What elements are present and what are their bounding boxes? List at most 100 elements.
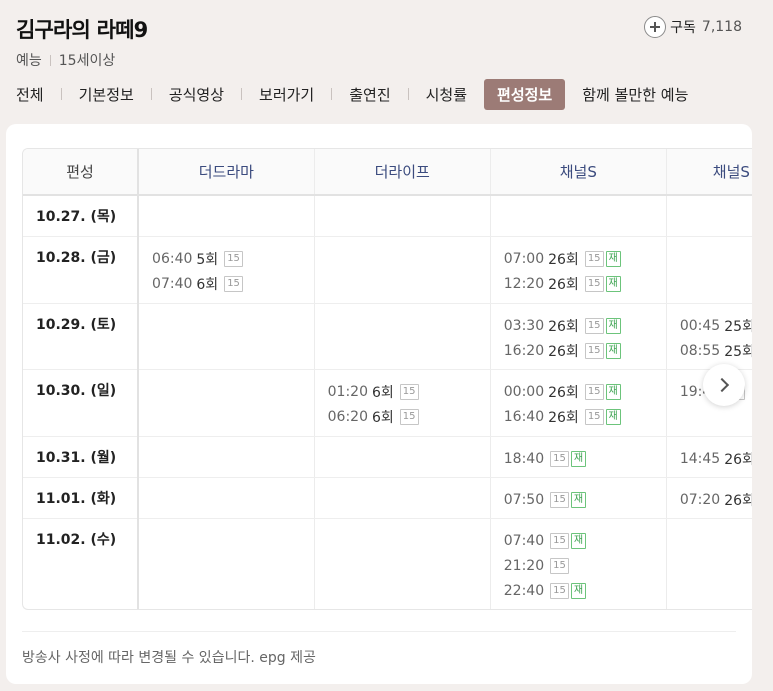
broadcast-time: 07:00 (503, 251, 545, 267)
broadcast-entry[interactable]: 07:50 15 재 (504, 488, 666, 513)
episode-number: 26회 (548, 252, 579, 268)
broadcast-entry[interactable]: 12:20 26회 15 재 (504, 272, 666, 297)
plus-icon (644, 16, 667, 38)
schedule-cell: 07:00 26회 15 재 12:20 26회 15 재 (490, 236, 667, 304)
broadcast-entry[interactable]: 00:4525회15 (680, 314, 752, 339)
broadcast-time: 07:50 (503, 492, 545, 508)
episode-number: 26회 (548, 277, 579, 293)
schedule-cell: 03:30 26회 15 재 16:20 26회 15 재 (490, 303, 667, 370)
broadcast-entry[interactable]: 18:40 15 재 (504, 447, 666, 472)
schedule-cell (138, 303, 315, 370)
schedule-table-wrap[interactable]: 편성더드라마더라이프채널S채널S 플러스 10.27. (목)10.28. (금… (22, 148, 752, 610)
broadcast-entry[interactable]: 14:4526회15 (680, 447, 752, 472)
schedule-row: 11.01. (화) 07:50 15재 07:2026회15 (23, 477, 752, 519)
schedule-cell (314, 518, 491, 609)
broadcast-entry[interactable]: 08:5525회15 (680, 339, 752, 364)
rerun-badge: 재 (605, 409, 621, 425)
age-rating-badge: 15 (584, 409, 604, 425)
broadcast-entry[interactable]: 07:2026회15 (680, 488, 752, 513)
divider (22, 631, 736, 632)
rerun-badge: 재 (605, 343, 621, 359)
broadcast-entry[interactable]: 03:30 26회 15 재 (504, 314, 666, 339)
schedule-cell: 06:40 5회 15 07:40 6회 15 (138, 236, 315, 304)
tab-item[interactable]: 편성정보 (484, 78, 566, 110)
broadcast-entry[interactable]: 22:40 15 재 (504, 579, 666, 604)
channel-header[interactable]: 더드라마 (138, 149, 315, 196)
tab-item[interactable]: 보러가기 (259, 80, 314, 109)
age-rating: 15세이상 (58, 53, 116, 69)
episode-number: 25회 (724, 319, 752, 335)
schedule-cell: 18:40 15 재 (490, 436, 667, 478)
episode-number: 26회 (724, 452, 752, 468)
rerun-badge: 재 (605, 384, 621, 400)
chevron-right-icon (714, 377, 730, 393)
broadcast-entry[interactable]: 16:40 26회 15 재 (504, 405, 666, 430)
broadcast-time: 16:20 (503, 343, 545, 359)
broadcast-entry[interactable]: 07:40 15 재 (504, 529, 666, 554)
broadcast-time: 07:40 (503, 533, 545, 549)
age-rating-badge: 15 (224, 251, 243, 267)
row-date: 10.27. (목) (23, 195, 140, 237)
age-rating-badge: 15 (550, 558, 569, 574)
tab-bar: 전체 기본정보 공식영상 보러가기 출연진 시청률 편성정보 함께 볼만한 예능 (16, 78, 688, 110)
schedule-cell (314, 436, 491, 478)
age-rating-badge: 15 (399, 384, 419, 400)
broadcast-time: 03:30 (503, 318, 545, 334)
row-date: 11.01. (화) (23, 477, 140, 519)
age-rating-badge: 15 (550, 533, 569, 549)
age-rating-badge: 15 (584, 318, 604, 334)
age-rating-badge: 15 (584, 276, 604, 292)
episode-number: 26회 (548, 344, 579, 360)
schedule-row: 10.28. (금) 06:40 5회 15 07:40 6회 15 07:00 26회 15 재 1… (23, 236, 752, 304)
schedule-cell (666, 518, 752, 609)
channel-header[interactable]: 더라이프 (314, 149, 491, 196)
tab-item[interactable]: 함께 볼만한 예능 (582, 80, 688, 109)
schedule-cell: 00:00 26회 15 재 16:40 26회 15 재 (490, 369, 667, 437)
tab-item[interactable]: 공식영상 (169, 80, 224, 109)
channel-header[interactable]: 채널S 플러스 (666, 149, 752, 196)
broadcast-time: 07:20 (679, 492, 721, 508)
broadcast-entry[interactable]: 07:40 6회 15 (152, 272, 314, 297)
broadcast-entry[interactable]: 01:20 6회 15 (328, 380, 490, 405)
channel-header[interactable]: 채널S (490, 149, 667, 196)
rerun-badge: 재 (605, 276, 621, 292)
episode-number: 26회 (548, 410, 579, 426)
broadcast-entry[interactable]: 06:20 6회 15 (328, 405, 490, 430)
tab-item[interactable]: 기본정보 (79, 80, 134, 109)
rerun-badge: 재 (570, 451, 587, 467)
episode-number: 26회 (548, 319, 579, 335)
broadcast-time: 07:40 (152, 276, 193, 292)
row-date: 10.30. (일) (23, 369, 140, 437)
broadcast-entry[interactable]: 21:20 15 (504, 554, 666, 579)
row-date: 10.29. (토) (23, 303, 140, 370)
broadcast-time: 21:20 (503, 558, 545, 574)
episode-number: 25회 (724, 344, 752, 360)
tab-divider (407, 88, 409, 100)
schedule-card: 편성더드라마더라이프채널S채널S 플러스 10.27. (목)10.28. (금… (6, 124, 752, 684)
tab-item[interactable]: 출연진 (349, 80, 390, 109)
tab-divider (331, 88, 333, 100)
schedule-cell (138, 477, 315, 519)
schedule-cell (666, 195, 752, 237)
broadcast-entry[interactable]: 07:00 26회 15 재 (504, 247, 666, 272)
schedule-cell (314, 303, 491, 370)
broadcast-time: 01:20 (327, 384, 368, 400)
next-page-button[interactable] (703, 364, 745, 406)
schedule-cell (314, 236, 491, 304)
broadcast-time: 06:20 (327, 409, 368, 425)
broadcast-time: 22:40 (503, 583, 545, 599)
broadcast-entry[interactable]: 00:00 26회 15 재 (504, 380, 666, 405)
row-date: 11.02. (수) (23, 518, 140, 609)
schedule-cell (666, 236, 752, 304)
age-rating-badge: 15 (224, 276, 243, 292)
subscribe-button[interactable]: 구독 7,118 (644, 16, 742, 38)
schedule-cell: 14:4526회15 (666, 436, 752, 478)
tab-item[interactable]: 시청률 (426, 80, 467, 109)
schedule-row: 10.29. (토) 03:30 26회 15 재 16:20 26회 15 재 00:45 25회… (23, 303, 752, 370)
schedule-cell (314, 195, 491, 237)
broadcast-entry[interactable]: 16:20 26회 15 재 (504, 339, 666, 364)
schedule-cell (138, 369, 315, 437)
tab-item[interactable]: 전체 (16, 80, 44, 109)
schedule-row: 11.02. (수) 07:40 15 재 21:20 15 22:40 15 재 (23, 518, 752, 609)
broadcast-entry[interactable]: 06:40 5회 15 (152, 247, 314, 272)
